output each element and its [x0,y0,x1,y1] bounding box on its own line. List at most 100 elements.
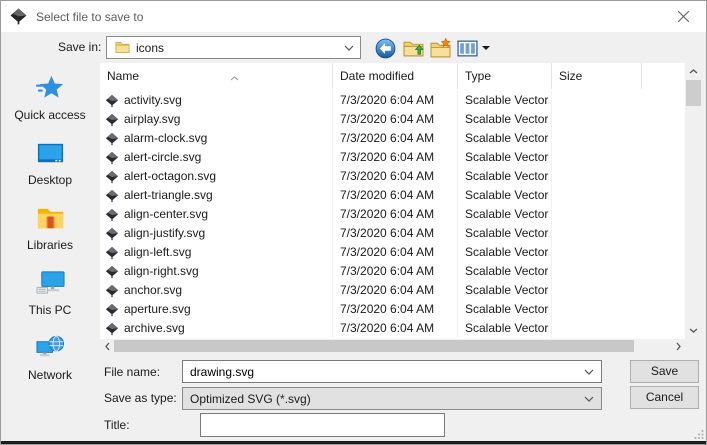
file-type: Scalable Vector Gr... [458,243,552,262]
vertical-scrollbar[interactable] [685,63,702,339]
sidebar-item-label: Quick access [14,108,85,122]
save-in-label: Save in: [58,40,101,54]
file-row[interactable]: align-center.svg 7/3/2020 6:04 AM Scalab… [100,205,685,224]
scroll-up-icon[interactable] [685,64,702,79]
file-name: airplay.svg [124,110,180,129]
file-list-panel: Name Date modified Type Size activity.sv… [100,63,702,353]
file-date: 7/3/2020 6:04 AM [333,167,458,186]
file-date: 7/3/2020 6:04 AM [333,148,458,167]
file-type: Scalable Vector Gr... [458,205,552,224]
file-date: 7/3/2020 6:04 AM [333,224,458,243]
file-date: 7/3/2020 6:04 AM [333,243,458,262]
column-header-spacer [642,63,685,89]
file-size [552,186,642,205]
file-list-header: Name Date modified Type Size [100,63,685,89]
file-row[interactable]: airplay.svg 7/3/2020 6:04 AM Scalable Ve… [100,110,685,129]
file-type: Scalable Vector Gr... [458,167,552,186]
chevron-down-icon [344,45,354,51]
file-row[interactable]: aperture.svg 7/3/2020 6:04 AM Scalable V… [100,300,685,319]
file-size [552,243,642,262]
new-folder-button[interactable] [427,35,453,61]
file-list-rows: activity.svg 7/3/2020 6:04 AM Scalable V… [100,91,685,339]
file-row[interactable]: align-left.svg 7/3/2020 6:04 AM Scalable… [100,243,685,262]
scroll-down-icon[interactable] [685,323,702,338]
column-header-date-modified[interactable]: Date modified [333,63,458,89]
view-menu-button[interactable] [454,35,492,61]
file-size [552,91,642,110]
save-button[interactable]: Save [630,360,699,383]
new-folder-icon [430,38,451,59]
file-name-input[interactable] [190,365,584,379]
sidebar-item-this-pc[interactable]: This PC [5,268,95,317]
file-size [552,262,642,281]
file-name: alert-octagon.svg [124,167,216,186]
file-date: 7/3/2020 6:04 AM [333,91,458,110]
file-date: 7/3/2020 6:04 AM [333,205,458,224]
inkscape-file-icon [105,284,119,298]
file-row[interactable]: align-justify.svg 7/3/2020 6:04 AM Scala… [100,224,685,243]
inkscape-file-icon [105,113,119,127]
inkscape-file-icon [105,303,119,317]
sidebar-item-label: This PC [29,303,72,317]
file-row[interactable]: alarm-clock.svg 7/3/2020 6:04 AM Scalabl… [100,129,685,148]
sidebar-item-desktop[interactable]: Desktop [5,138,95,187]
file-name: activity.svg [124,91,182,110]
sort-ascending-icon [230,64,239,89]
file-type: Scalable Vector Gr... [458,148,552,167]
file-row[interactable]: anchor.svg 7/3/2020 6:04 AM Scalable Vec… [100,281,685,300]
file-name-combobox[interactable] [182,360,602,383]
file-row[interactable]: activity.svg 7/3/2020 6:04 AM Scalable V… [100,91,685,110]
scrollbar-corner [685,339,702,353]
window-title: Select file to save to [36,10,143,24]
title-input[interactable] [200,413,445,437]
file-name: align-left.svg [124,243,191,262]
save-file-dialog: Select file to save to Save in: icons [0,0,707,445]
scroll-right-icon[interactable] [671,339,685,353]
file-row[interactable]: archive.svg 7/3/2020 6:04 AM Scalable Ve… [100,319,685,338]
quick-access-icon [35,73,66,104]
horizontal-scrollbar[interactable] [100,339,685,353]
this-pc-icon [35,268,66,299]
close-button[interactable] [661,1,706,31]
file-type: Scalable Vector Gr... [458,224,552,243]
file-row[interactable]: alert-octagon.svg 7/3/2020 6:04 AM Scala… [100,167,685,186]
network-icon [35,333,66,364]
inkscape-file-icon [105,94,119,108]
save-as-type-value: Optimized SVG (*.svg) [190,392,311,406]
inkscape-logo-icon [10,8,27,25]
horizontal-scroll-thumb[interactable] [114,340,634,352]
back-icon [375,38,396,59]
save-as-type-dropdown[interactable]: Optimized SVG (*.svg) [182,387,602,410]
inkscape-file-icon [105,189,119,203]
inkscape-file-icon [105,322,119,336]
resize-grip[interactable] [694,429,704,439]
column-header-name[interactable]: Name [100,63,333,89]
file-row[interactable]: align-right.svg 7/3/2020 6:04 AM Scalabl… [100,262,685,281]
column-header-type[interactable]: Type [458,63,552,89]
file-row[interactable]: alert-circle.svg 7/3/2020 6:04 AM Scalab… [100,148,685,167]
inkscape-file-icon [105,265,119,279]
save-in-combobox[interactable]: icons [106,36,361,59]
folder-icon [115,41,130,54]
chevron-down-icon [584,396,594,402]
sidebar-item-network[interactable]: Network [5,333,95,382]
sidebar-item-libraries[interactable]: Libraries [5,203,95,252]
up-one-level-button[interactable] [400,35,426,61]
back-button[interactable] [372,35,398,61]
sidebar-item-quick-access[interactable]: Quick access [5,73,95,122]
file-name: align-justify.svg [124,224,205,243]
file-row[interactable]: alert-triangle.svg 7/3/2020 6:04 AM Scal… [100,186,685,205]
scroll-left-icon[interactable] [100,339,114,353]
view-menu-icon [457,38,478,59]
file-type: Scalable Vector Gr... [458,129,552,148]
sidebar-item-label: Desktop [28,173,72,187]
up-folder-icon [403,38,424,59]
file-type: Scalable Vector Gr... [458,262,552,281]
file-name: archive.svg [124,319,185,338]
vertical-scroll-thumb[interactable] [686,80,701,106]
file-name: aperture.svg [124,300,191,319]
cancel-button[interactable]: Cancel [630,386,699,409]
column-header-size[interactable]: Size [552,63,642,89]
desktop-icon [35,138,66,169]
inkscape-file-icon [105,246,119,260]
